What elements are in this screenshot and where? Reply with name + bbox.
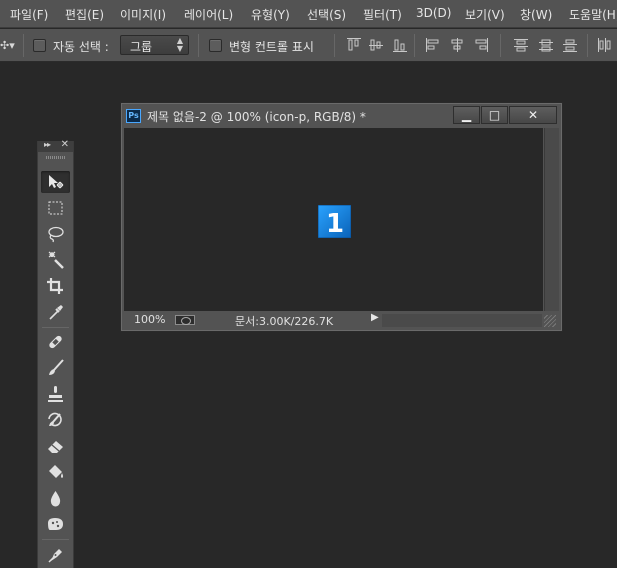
lasso-tool[interactable] [41, 223, 70, 245]
auto-select-label: 자동 선택 : [53, 40, 109, 54]
align-vcenter-icon[interactable] [369, 38, 383, 52]
bandage-icon [49, 335, 62, 349]
align-left-icon[interactable] [426, 38, 440, 52]
document-title-bar[interactable]: Ps 제목 없음-2 @ 100% (icon-p, RGB/8) * ▁ □ … [122, 104, 561, 127]
minimize-button[interactable]: ▁ [453, 106, 480, 124]
menu-file[interactable]: 파일(F) [10, 6, 48, 23]
status-menu-arrow-icon[interactable]: ▶ [371, 312, 379, 323]
transform-controls-label: 변형 컨트롤 표시 [229, 40, 314, 54]
menu-window[interactable]: 창(W) [520, 6, 552, 23]
pen-tool[interactable] [41, 543, 70, 565]
lasso-icon [48, 226, 64, 243]
move-icon [49, 175, 64, 189]
menu-select[interactable]: 선택(S) [307, 6, 346, 23]
menu-edit[interactable]: 편집(E) [65, 6, 104, 23]
divider [198, 34, 199, 57]
options-bar: ✣▾ 자동 선택 : 그룹 ▲ ▼ 변형 컨트롤 표시 [0, 29, 617, 62]
horizontal-scrollbar[interactable] [382, 314, 542, 327]
document-window: Ps 제목 없음-2 @ 100% (icon-p, RGB/8) * ▁ □ … [121, 103, 562, 331]
distribute-vcenter-icon[interactable] [539, 38, 553, 52]
distribute-bottom-icon[interactable] [563, 38, 577, 52]
healing-brush-tool[interactable] [41, 331, 70, 353]
auto-select-dropdown[interactable]: 그룹 ▲ ▼ [120, 35, 189, 55]
spinner-arrows-icon: ▲ ▼ [176, 36, 183, 53]
proof-view-icon[interactable] [175, 315, 195, 325]
divider [42, 539, 69, 540]
minimize-icon: ▁ [461, 108, 472, 122]
stamp-icon [48, 386, 63, 402]
menu-type[interactable]: 유형(Y) [251, 6, 290, 23]
eraser-tool[interactable] [41, 435, 70, 457]
pen-icon [48, 549, 62, 563]
divider [23, 34, 24, 57]
clone-stamp-tool[interactable] [41, 383, 70, 405]
photoshop-logo-icon: Ps [126, 109, 141, 123]
divider [414, 34, 415, 57]
menu-layer[interactable]: 레이어(L) [184, 6, 233, 23]
blur-tool[interactable] [41, 487, 70, 509]
close-icon: ✕ [527, 108, 539, 122]
align-bottom-icon[interactable] [393, 38, 407, 52]
history-brush-icon [48, 412, 62, 427]
move-tool[interactable] [41, 171, 70, 193]
maximize-button[interactable]: □ [481, 106, 508, 124]
history-brush-tool[interactable] [41, 409, 70, 431]
align-hcenter-icon[interactable] [450, 38, 464, 52]
maximize-icon: □ [488, 108, 501, 122]
brush-tool[interactable] [41, 357, 70, 379]
close-button[interactable]: ✕ [509, 106, 557, 124]
menu-bar: 파일(F) 편집(E) 이미지(I) 레이어(L) 유형(Y) 선택(S) 필터… [0, 0, 617, 28]
resize-grip-icon[interactable] [544, 315, 556, 327]
number-one-icon: 1 [318, 205, 351, 238]
magic-wand-icon [48, 251, 64, 269]
paint-bucket-tool[interactable] [41, 461, 70, 483]
align-top-icon[interactable] [347, 38, 361, 52]
menu-help[interactable]: 도움말(H) [569, 6, 617, 23]
document-title: 제목 없음-2 @ 100% (icon-p, RGB/8) * [147, 110, 366, 124]
crop-tool[interactable] [41, 275, 70, 297]
tools-panel: ▸▸ ✕ [37, 139, 74, 568]
menu-filter[interactable]: 필터(T) [363, 6, 402, 23]
document-canvas[interactable]: 1 [124, 128, 543, 311]
panel-grip[interactable] [46, 156, 66, 159]
vertical-scrollbar[interactable] [544, 128, 559, 311]
menu-image[interactable]: 이미지(I) [120, 6, 166, 23]
divider [500, 34, 501, 57]
marquee-tool[interactable] [41, 197, 70, 219]
eraser-icon [48, 441, 63, 453]
droplet-icon [50, 491, 61, 507]
close-icon[interactable]: ✕ [61, 139, 69, 150]
document-info: 문서:3.00K/226.7K [235, 315, 334, 328]
zoom-level[interactable]: 100% [134, 313, 165, 326]
crop-icon [47, 278, 63, 294]
transform-controls-checkbox[interactable] [209, 39, 222, 52]
eyedropper-icon [49, 305, 63, 320]
divider [587, 34, 588, 57]
distribute-left-icon[interactable] [597, 38, 611, 52]
brush-icon [49, 359, 64, 375]
eyedropper-tool[interactable] [41, 301, 70, 323]
menu-3d[interactable]: 3D(D) [416, 6, 451, 20]
auto-select-checkbox[interactable] [33, 39, 46, 52]
sponge-icon [48, 518, 63, 530]
status-bar: 100% 문서:3.00K/226.7K ▶ [124, 312, 559, 329]
quick-select-tool[interactable] [41, 249, 70, 271]
collapse-icon[interactable]: ▸▸ [44, 140, 51, 149]
rect-marquee-icon [48, 201, 63, 215]
divider [334, 34, 335, 57]
tools-panel-header[interactable]: ▸▸ ✕ [38, 139, 73, 152]
divider [42, 327, 69, 328]
tool-preset-picker[interactable]: ✣▾ [0, 39, 15, 52]
align-right-icon[interactable] [474, 38, 488, 52]
distribute-top-icon[interactable] [514, 38, 528, 52]
menu-view[interactable]: 보기(V) [465, 6, 505, 23]
auto-select-value: 그룹 [130, 40, 153, 54]
paint-bucket-icon [49, 465, 63, 478]
canvas-icon-text: 1 [326, 209, 344, 238]
dodge-tool[interactable] [41, 513, 70, 535]
